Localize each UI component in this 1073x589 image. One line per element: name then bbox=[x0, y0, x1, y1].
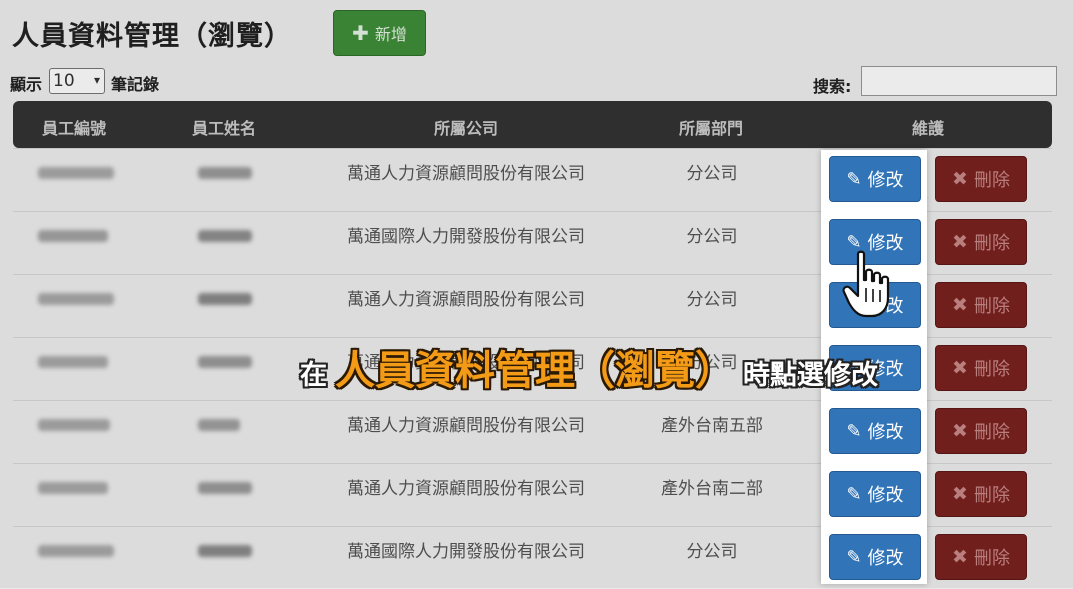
page-length-value: 10 bbox=[53, 71, 75, 91]
delete-button-label: 刪除 bbox=[973, 359, 1010, 380]
length-suffix: 筆記錄 bbox=[111, 75, 160, 94]
plus-icon: ✚ bbox=[352, 21, 369, 45]
employee-name-redacted bbox=[198, 230, 252, 242]
employee-name-redacted bbox=[198, 482, 252, 494]
edit-button[interactable]: ✎修改 bbox=[829, 156, 921, 202]
page: 人員資料管理（瀏覽） ✚ 新增 顯示 10 ▾ 筆記錄 搜索: 員工編號 員工姓… bbox=[0, 0, 1073, 588]
employee-name-redacted bbox=[198, 356, 252, 368]
employee-name-redacted bbox=[198, 293, 252, 305]
column-header-company[interactable]: 所屬公司 bbox=[434, 115, 498, 139]
edit-button-label: 修改 bbox=[867, 485, 904, 506]
edit-button-label: 修改 bbox=[867, 548, 904, 569]
employee-name-redacted bbox=[198, 545, 252, 557]
pencil-icon: ✎ bbox=[846, 546, 862, 568]
delete-button-label: 刪除 bbox=[973, 296, 1010, 317]
employee-id-redacted bbox=[38, 419, 110, 431]
close-icon: ✖ bbox=[952, 483, 968, 505]
company-cell: 萬通人力資源顧問股份有限公司 bbox=[347, 479, 585, 499]
pencil-icon: ✎ bbox=[846, 483, 862, 505]
add-button[interactable]: ✚ 新增 bbox=[333, 10, 426, 56]
delete-button[interactable]: ✖ 刪除 bbox=[935, 156, 1027, 202]
delete-button[interactable]: ✖ 刪除 bbox=[935, 282, 1027, 328]
caption-suffix: 時點選修改 bbox=[743, 360, 878, 391]
column-header-actions: 維護 bbox=[911, 119, 945, 138]
close-icon: ✖ bbox=[952, 357, 968, 379]
chevron-down-icon: ▾ bbox=[93, 73, 100, 87]
delete-button-label: 刪除 bbox=[973, 485, 1010, 506]
caption-highlight: 人員資料管理（瀏覽） bbox=[335, 348, 735, 394]
column-header-employee-id[interactable]: 員工編號 bbox=[42, 115, 106, 139]
company-cell: 萬通人力資源顧問股份有限公司 bbox=[347, 416, 585, 436]
company-cell: 萬通人力資源顧問股份有限公司 bbox=[347, 164, 585, 184]
edit-button-label: 修改 bbox=[867, 170, 904, 191]
column-header-employee-name[interactable]: 員工姓名 bbox=[192, 115, 256, 139]
company-cell: 萬通國際人力開發股份有限公司 bbox=[347, 542, 585, 562]
column-header-department[interactable]: 所屬部門 bbox=[679, 115, 743, 139]
employee-id-redacted bbox=[38, 293, 114, 305]
hand-cursor-icon bbox=[842, 250, 890, 318]
search-input[interactable] bbox=[861, 66, 1057, 96]
tutorial-caption: 在 人員資料管理（瀏覽） 時點選修改 bbox=[300, 338, 878, 396]
delete-button-label: 刪除 bbox=[973, 233, 1010, 254]
employee-id-redacted bbox=[38, 356, 108, 368]
delete-button-label: 刪除 bbox=[973, 422, 1010, 443]
search-label: 搜索: bbox=[813, 77, 852, 96]
length-label: 顯示 bbox=[10, 75, 43, 94]
table-header: 員工編號 員工姓名 所屬公司 所屬部門 維護 bbox=[13, 101, 1052, 148]
department-cell: 分公司 bbox=[686, 164, 738, 184]
add-button-label: 新增 bbox=[374, 25, 407, 44]
delete-button[interactable]: ✖ 刪除 bbox=[935, 219, 1027, 265]
delete-button[interactable]: ✖ 刪除 bbox=[935, 345, 1027, 391]
page-length-select[interactable]: 10 ▾ bbox=[49, 68, 105, 94]
edit-button[interactable]: ✎修改 bbox=[829, 534, 921, 580]
delete-button[interactable]: ✖ 刪除 bbox=[935, 534, 1027, 580]
page-title: 人員資料管理（瀏覽） bbox=[12, 21, 292, 52]
caption-prefix: 在 bbox=[300, 360, 327, 391]
employee-id-redacted bbox=[38, 230, 108, 242]
delete-button[interactable]: ✖ 刪除 bbox=[935, 408, 1027, 454]
employee-id-redacted bbox=[38, 167, 114, 179]
close-icon: ✖ bbox=[952, 420, 968, 442]
employee-name-redacted bbox=[198, 167, 252, 179]
employee-id-redacted bbox=[38, 545, 114, 557]
close-icon: ✖ bbox=[952, 231, 968, 253]
edit-button-label: 修改 bbox=[867, 422, 904, 443]
close-icon: ✖ bbox=[952, 546, 968, 568]
employee-name-redacted bbox=[198, 419, 240, 431]
edit-button[interactable]: ✎修改 bbox=[829, 471, 921, 517]
close-icon: ✖ bbox=[952, 168, 968, 190]
company-cell: 萬通國際人力開發股份有限公司 bbox=[347, 227, 585, 247]
department-cell: 分公司 bbox=[686, 290, 738, 310]
employee-id-redacted bbox=[38, 482, 108, 494]
pencil-icon: ✎ bbox=[846, 168, 862, 190]
department-cell: 產外台南五部 bbox=[661, 416, 763, 436]
department-cell: 產外台南二部 bbox=[661, 479, 763, 499]
department-cell: 分公司 bbox=[686, 227, 738, 247]
edit-button[interactable]: ✎修改 bbox=[829, 408, 921, 454]
delete-button-label: 刪除 bbox=[973, 548, 1010, 569]
pencil-icon: ✎ bbox=[846, 420, 862, 442]
delete-button-label: 刪除 bbox=[973, 170, 1010, 191]
delete-button[interactable]: ✖ 刪除 bbox=[935, 471, 1027, 517]
close-icon: ✖ bbox=[952, 294, 968, 316]
department-cell: 分公司 bbox=[686, 542, 738, 562]
company-cell: 萬通人力資源顧問股份有限公司 bbox=[347, 290, 585, 310]
